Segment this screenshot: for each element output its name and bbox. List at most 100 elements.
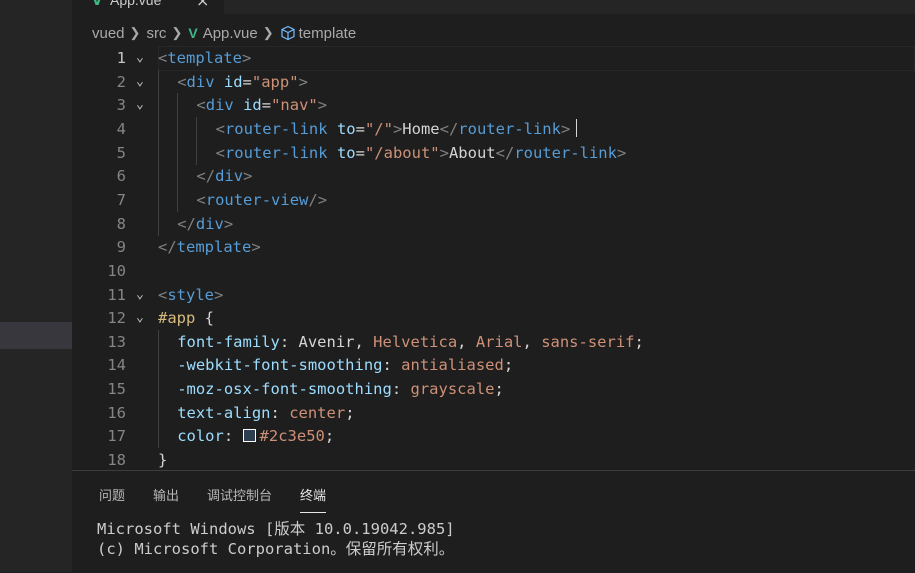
code-token: < xyxy=(215,119,225,138)
indent-guide xyxy=(177,140,179,165)
code-token: > xyxy=(317,96,328,115)
editor-tab-bar: V App.vue × xyxy=(72,0,915,14)
code-token: </ xyxy=(158,238,177,257)
code-line[interactable]: 17 color: #2c3e50; xyxy=(72,424,915,449)
code-editor[interactable]: 1 ⌄ <template> 2 ⌄ <div id="app"> 3 ⌄ <div id="n… xyxy=(72,46,915,470)
code-line[interactable]: 7 <router-view/> xyxy=(72,187,915,212)
tab-terminal[interactable]: 终端 xyxy=(300,485,327,513)
code-token: div xyxy=(215,167,244,186)
breadcrumb-item-src[interactable]: src xyxy=(146,25,166,42)
code-line[interactable]: 16 text-align: center; xyxy=(72,400,915,425)
breadcrumb-item-vued[interactable]: vued xyxy=(92,25,125,42)
terminal-output[interactable]: Microsoft Windows [版本 10.0.19042.985] (c)… xyxy=(97,519,455,559)
code-text: } xyxy=(158,448,167,470)
code-token: -moz-osx-font-smoothing xyxy=(177,380,392,399)
line-number: 15 xyxy=(107,380,126,399)
code-token: > xyxy=(214,285,224,304)
fold-chevron-icon[interactable]: ⌄ xyxy=(136,306,144,330)
code-line[interactable]: 18} xyxy=(72,448,915,470)
code-token: template xyxy=(167,49,242,67)
code-token: < xyxy=(196,190,206,209)
code-token: div xyxy=(186,72,215,91)
code-token: "/about" xyxy=(364,143,440,162)
code-token: </ xyxy=(495,143,515,162)
close-icon[interactable]: × xyxy=(196,0,209,10)
code-line[interactable]: 4 <router-link to="/">Home</router-link> xyxy=(72,116,915,141)
code-token: , xyxy=(457,332,476,351)
tab-output[interactable]: 输出 xyxy=(153,485,179,513)
code-line[interactable]: 12 ⌄ #app { xyxy=(72,306,915,330)
code-line[interactable]: 6 </div> xyxy=(72,164,915,189)
explorer-selected-item[interactable] xyxy=(0,322,72,349)
line-number: 8 xyxy=(116,214,126,233)
indent-guide xyxy=(196,140,198,165)
code-text: </div> xyxy=(196,164,252,188)
code-token: text-align xyxy=(177,403,271,422)
code-line[interactable]: 3 ⌄ <div id="nav"> xyxy=(72,93,915,118)
code-token: Home xyxy=(402,119,440,138)
code-token: < xyxy=(215,143,225,162)
line-number: 16 xyxy=(107,403,126,422)
tab-problems[interactable]: 问题 xyxy=(99,485,125,513)
code-token: ; xyxy=(503,356,514,375)
code-token: -webkit-font-smoothing xyxy=(177,356,383,375)
code-token: > xyxy=(616,143,627,162)
code-line[interactable]: 9 </template> xyxy=(72,235,915,259)
indent-guide xyxy=(177,93,179,118)
code-token: : xyxy=(391,380,411,399)
code-token: < xyxy=(196,96,206,115)
breadcrumb-item-template[interactable]: template xyxy=(299,25,357,42)
code-token: < xyxy=(158,285,168,304)
code-line[interactable]: 1 ⌄ <template> xyxy=(72,46,915,71)
terminal-line: (c) Microsoft Corporation。保留所有权利。 xyxy=(97,540,455,558)
code-line[interactable]: 5 <router-link to="/about">About</router-… xyxy=(72,140,915,165)
code-token: > xyxy=(223,214,234,233)
code-line[interactable]: 14 -webkit-font-smoothing: antialiased; xyxy=(72,353,915,378)
panel-tabs: 问题 输出 调试控制台 终端 xyxy=(99,485,354,513)
code-text: #app { xyxy=(158,306,214,330)
code-token: #2c3e50 xyxy=(259,427,325,446)
line-number: 7 xyxy=(116,190,126,209)
code-text: color: #2c3e50; xyxy=(177,424,334,448)
line-number: 11 xyxy=(107,285,126,304)
fold-chevron-icon[interactable]: ⌄ xyxy=(136,70,144,94)
code-token: > xyxy=(242,49,252,67)
tab-debug-console[interactable]: 调试控制台 xyxy=(207,485,272,513)
indent-guide xyxy=(158,93,159,118)
code-line[interactable]: 10 xyxy=(72,259,915,283)
bottom-panel: 问题 输出 调试控制台 终端 Microsoft Windows [版本 10.… xyxy=(72,470,915,573)
code-line[interactable]: 15 -moz-osx-font-smoothing: grayscale; xyxy=(72,377,915,402)
code-token: : xyxy=(270,403,290,422)
code-text: <div id="nav"> xyxy=(196,93,327,117)
code-line[interactable]: 2 ⌄ <div id="app"> xyxy=(72,69,915,94)
code-line[interactable]: 13 font-family: Avenir, Helvetica, Arial,… xyxy=(72,329,915,354)
code-token: = xyxy=(242,72,252,91)
fold-chevron-icon[interactable]: ⌄ xyxy=(136,93,144,117)
code-text: text-align: center; xyxy=(177,401,354,425)
code-line[interactable]: 11 ⌄ <style> xyxy=(72,283,915,307)
indent-guide xyxy=(158,329,159,354)
code-line[interactable]: 8 </div> xyxy=(72,211,915,236)
line-number: 6 xyxy=(116,167,126,186)
code-token: router-link xyxy=(458,119,561,138)
code-token: </ xyxy=(196,167,216,186)
code-token: /> xyxy=(308,190,328,209)
cube-icon xyxy=(280,25,296,41)
fold-chevron-icon[interactable]: ⌄ xyxy=(136,46,144,70)
line-number: 1 xyxy=(116,49,126,67)
line-number: 4 xyxy=(116,119,126,138)
indent-guide xyxy=(158,187,159,212)
terminal-line: Microsoft Windows [版本 10.0.19042.985] xyxy=(97,520,455,538)
code-token: > xyxy=(298,72,308,91)
breadcrumb-item-app-vue[interactable]: App.vue xyxy=(203,25,258,42)
code-token: : Avenir, xyxy=(279,332,374,351)
fold-chevron-icon[interactable]: ⌄ xyxy=(136,283,144,307)
code-token: id xyxy=(243,96,262,115)
code-token: > xyxy=(439,143,449,162)
code-token: font-family xyxy=(177,332,280,351)
code-token: ; xyxy=(324,427,335,446)
color-swatch[interactable] xyxy=(242,429,256,443)
tab-app-vue[interactable]: V App.vue × xyxy=(72,0,224,14)
code-token: ; xyxy=(345,403,355,422)
